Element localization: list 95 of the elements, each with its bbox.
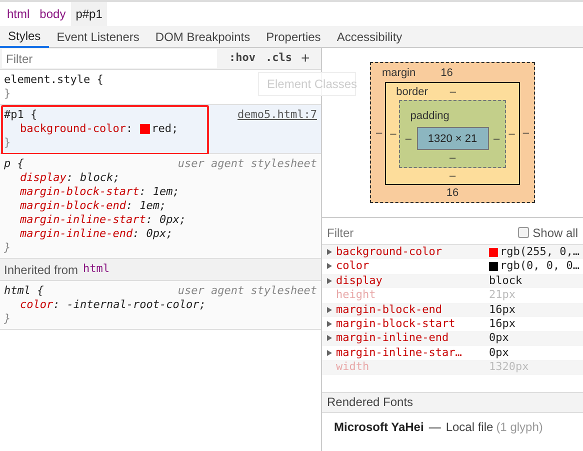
computed-row[interactable]: margin-inline-star… 0px	[322, 346, 583, 360]
property-name: margin-block-start	[336, 317, 456, 332]
colon: :	[126, 199, 133, 213]
property-value: -internal-root-color;	[66, 298, 206, 312]
tab[interactable]: Accessibility	[328, 26, 410, 48]
property-value: rgb(255, 0,…	[500, 245, 580, 260]
computed-row[interactable]: margin-block-end 16px	[322, 302, 583, 318]
font-source: Local file	[446, 418, 494, 436]
margin-value: 16	[446, 186, 459, 202]
rule-source: user agent stylesheet	[178, 157, 317, 171]
property-name: color	[336, 259, 370, 274]
property-value: 1em;	[152, 185, 180, 199]
property-value: block	[489, 274, 522, 288]
rule-selector: #p1 {	[4, 108, 38, 122]
rule-selector: html {	[4, 284, 44, 298]
colon: :	[53, 298, 60, 312]
inherited-label: Inherited from	[4, 262, 78, 278]
margin-value: –	[376, 126, 382, 142]
padding-value: –	[405, 132, 412, 146]
property-value: 1em;	[140, 199, 166, 213]
show-all-checkbox[interactable]	[518, 227, 529, 238]
padding-value: –	[449, 151, 456, 166]
content-box: 1320 × 21	[416, 127, 488, 150]
property-value: 0px	[489, 346, 509, 360]
new-rule-button[interactable]: +	[301, 51, 314, 66]
rule-source: user agent stylesheet	[178, 284, 317, 298]
property-name: margin-block-end	[20, 199, 126, 213]
border-value: –	[450, 84, 456, 100]
section-header: Rendered Fonts	[322, 392, 583, 413]
rule-close: }	[4, 241, 11, 254]
property-value: red;	[152, 122, 178, 136]
property-name: margin-inline-star…	[336, 346, 463, 360]
margin-label: margin	[382, 66, 416, 82]
tab[interactable]: DOM Breakpoints	[147, 26, 258, 48]
property-name: width	[336, 360, 370, 375]
colon: :	[132, 227, 140, 241]
border-value: –	[449, 168, 456, 184]
expand-triangle-icon[interactable]	[327, 335, 332, 342]
margin-value: –	[522, 126, 529, 142]
computed-row[interactable]: background-color rgb(255, 0,…	[322, 245, 583, 260]
expand-triangle-icon[interactable]	[327, 263, 332, 270]
property-name: margin-block-end	[336, 302, 443, 318]
font-name: Microsoft YaHei	[334, 418, 424, 436]
property-name: margin-inline-end	[20, 227, 133, 241]
property-name: background-color	[336, 245, 443, 260]
computed-row[interactable]: display block	[322, 274, 583, 288]
property-value: rgb(0, 0, 0…	[500, 259, 580, 274]
border-value: –	[390, 126, 396, 142]
breadcrumb[interactable]: html	[2, 2, 35, 26]
filter-field[interactable]: Filter	[2, 49, 217, 68]
breadcrumb[interactable]: p#p1	[70, 2, 108, 26]
rule-selector: element.style {	[4, 73, 104, 87]
rule-close: }	[4, 312, 11, 325]
property-name: height	[336, 288, 377, 303]
padding-value: –	[494, 132, 500, 146]
colon: :	[139, 185, 146, 199]
property-name: color	[20, 298, 54, 312]
breadcrumb[interactable]: body	[34, 2, 71, 26]
show-all-label: Show all	[532, 224, 578, 242]
dash: —	[428, 418, 441, 436]
rule-close: }	[4, 87, 11, 100]
tab[interactable]: Event Listeners	[48, 26, 148, 48]
computed-row[interactable]: margin-block-start 16px	[322, 317, 583, 332]
computed-row[interactable]: margin-inline-end 0px	[322, 331, 583, 346]
color-swatch[interactable]	[140, 124, 150, 134]
element-link[interactable]: html	[83, 261, 110, 278]
border-label: border	[396, 84, 428, 100]
property-value: 21px	[489, 288, 516, 303]
colon: :	[66, 171, 73, 185]
class-button[interactable]: .cls	[266, 50, 292, 67]
margin-value: 16	[440, 66, 453, 82]
property-name: background-color	[20, 122, 126, 136]
property-name: display	[20, 171, 66, 185]
source-link[interactable]: demo5.html:7	[238, 108, 317, 122]
property-value: 1320px	[489, 360, 529, 375]
rule-close: }	[4, 136, 11, 149]
property-value: 16px	[489, 302, 516, 318]
border-value: –	[508, 126, 515, 142]
hover-state-button[interactable]: :hov	[229, 50, 256, 67]
property-value: 0px;	[159, 213, 186, 227]
property-value: block;	[80, 171, 120, 185]
property-value: 0px;	[146, 227, 173, 241]
property-name: margin-block-start	[20, 185, 140, 199]
colon: :	[146, 213, 152, 227]
colon: :	[126, 122, 133, 136]
property-name: display	[336, 274, 384, 288]
property-value: 16px	[489, 317, 516, 332]
padding-label: padding	[410, 110, 450, 122]
glyph-count: (1 glyph)	[496, 418, 543, 436]
rule-selector: p {	[4, 157, 24, 171]
tab[interactable]: Properties	[258, 26, 329, 48]
property-name: margin-inline-start	[20, 213, 146, 227]
property-name: margin-inline-end	[336, 331, 450, 346]
filter-field[interactable]: Filter	[327, 224, 477, 242]
property-value: 0px	[489, 331, 509, 346]
